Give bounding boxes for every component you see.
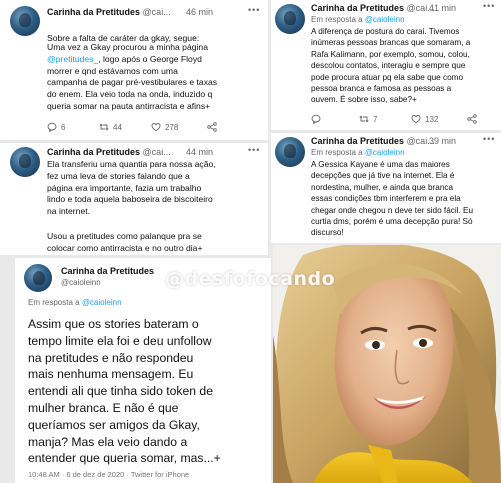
author-display-name: Carinha da Pretitudes <box>61 266 155 276</box>
tweet-text: Assim que os stories bateram o tempo lim… <box>28 317 221 466</box>
author-handle: @cai... <box>142 7 171 17</box>
retweet-count: 7 <box>373 114 378 124</box>
heart-icon <box>411 114 421 124</box>
avatar[interactable] <box>10 147 40 177</box>
more-icon[interactable]: ••• <box>483 1 495 11</box>
tweet-time[interactable]: 44 min <box>186 147 213 157</box>
avatar[interactable] <box>275 137 305 167</box>
tweet-time[interactable]: 46 min <box>186 7 213 17</box>
retweet-button[interactable]: 44 <box>99 122 151 132</box>
reply-prefix: Em resposta a <box>311 15 363 24</box>
retweet-icon <box>359 114 369 124</box>
author-name[interactable]: Carinha da Pretitudes @cai... <box>47 7 171 17</box>
tweet-card-3[interactable]: Carinha da Pretitudes @caioleinn Em resp… <box>15 258 271 483</box>
tweet-text-paragraph: Usou a pretitudes como palanque pra se c… <box>47 231 203 253</box>
more-icon[interactable]: ••• <box>248 145 260 155</box>
tweet-card-2[interactable]: Carinha da Pretitudes @cai... 44 min •••… <box>0 143 268 255</box>
tweet-actions: 6 44 278 <box>47 122 247 132</box>
share-icon <box>207 122 217 132</box>
reply-icon <box>311 114 321 124</box>
retweet-count: 44 <box>113 122 122 132</box>
heart-icon <box>151 122 161 132</box>
reply-count: 6 <box>61 122 66 132</box>
reply-context: Em resposta a @caioleinn <box>311 148 405 157</box>
share-button[interactable] <box>207 122 217 132</box>
tweet-time[interactable]: 41 min <box>429 3 456 13</box>
reply-prefix: Em resposta a <box>311 148 363 157</box>
author-display-name: Carinha da Pretitudes <box>47 7 141 17</box>
mention-link[interactable]: @pretitudes_ <box>47 54 98 64</box>
tweet-actions: 7 132 <box>311 114 496 124</box>
author-display-name: Carinha da Pretitudes <box>311 3 405 13</box>
tweet-meta: 10:48 AM · 6 de dez de 2020 · Twitter fo… <box>28 470 190 479</box>
retweet-icon <box>99 122 109 132</box>
reply-context: Em resposta a @caioleinn <box>311 15 405 24</box>
like-count: 132 <box>425 114 439 124</box>
author-name[interactable]: Carinha da Pretitudes @cai... <box>47 147 171 157</box>
more-icon[interactable]: ••• <box>483 134 495 144</box>
like-button[interactable]: 132 <box>411 114 467 124</box>
tweet-text: Ela transferiu uma quantia para nossa aç… <box>47 159 216 217</box>
reply-prefix: Em resposta a <box>28 298 80 307</box>
tweet-text-line: Uma vez a Gkay procurou a minha página <box>47 42 208 52</box>
like-count: 278 <box>165 122 179 132</box>
author-name[interactable]: Carinha da Pretitudes @cai... <box>311 136 435 146</box>
avatar[interactable] <box>24 264 52 292</box>
reply-button[interactable] <box>311 114 359 124</box>
reply-context: Em resposta a @caioleinn <box>28 298 122 307</box>
author-display-name: Carinha da Pretitudes <box>311 136 405 146</box>
tweet-card-5[interactable]: Carinha da Pretitudes @cai... 39 min •••… <box>271 133 501 243</box>
watermark-text: @desfofocando <box>165 268 336 290</box>
tweet-text: A Gessica Kayane é uma das maiores decep… <box>311 160 474 238</box>
avatar[interactable] <box>10 6 40 36</box>
reply-to-link[interactable]: @caioleinn <box>365 148 405 157</box>
tweet-time[interactable]: 39 min <box>429 136 456 146</box>
author-display-name: Carinha da Pretitudes <box>47 147 141 157</box>
tweet-text: A diferença de postura do carai. Tivemos… <box>311 27 471 105</box>
reply-to-link[interactable]: @caioleinn <box>82 298 122 307</box>
retweet-button[interactable]: 7 <box>359 114 411 124</box>
reply-button[interactable]: 6 <box>47 122 99 132</box>
more-icon[interactable]: ••• <box>248 5 260 15</box>
share-icon <box>467 114 477 124</box>
author-name[interactable]: Carinha da Pretitudes @cai... <box>311 3 435 13</box>
reply-icon <box>47 122 57 132</box>
like-button[interactable]: 278 <box>151 122 207 132</box>
tweet-text-paragraph: Uma vez a Gkay procurou a minha página @… <box>47 42 265 113</box>
tweet-card-4[interactable]: Carinha da Pretitudes @cai... 41 min •••… <box>271 0 501 130</box>
avatar[interactable] <box>275 4 305 34</box>
reply-to-link[interactable]: @caioleinn <box>365 15 405 24</box>
author-handle: @cai... <box>142 147 171 157</box>
author-handle: @caioleinn <box>61 278 101 287</box>
share-button[interactable] <box>467 114 477 124</box>
tweet-card-1[interactable]: Carinha da Pretitudes @cai... 46 min •••… <box>0 0 268 140</box>
author-name[interactable]: Carinha da Pretitudes <box>61 266 154 276</box>
